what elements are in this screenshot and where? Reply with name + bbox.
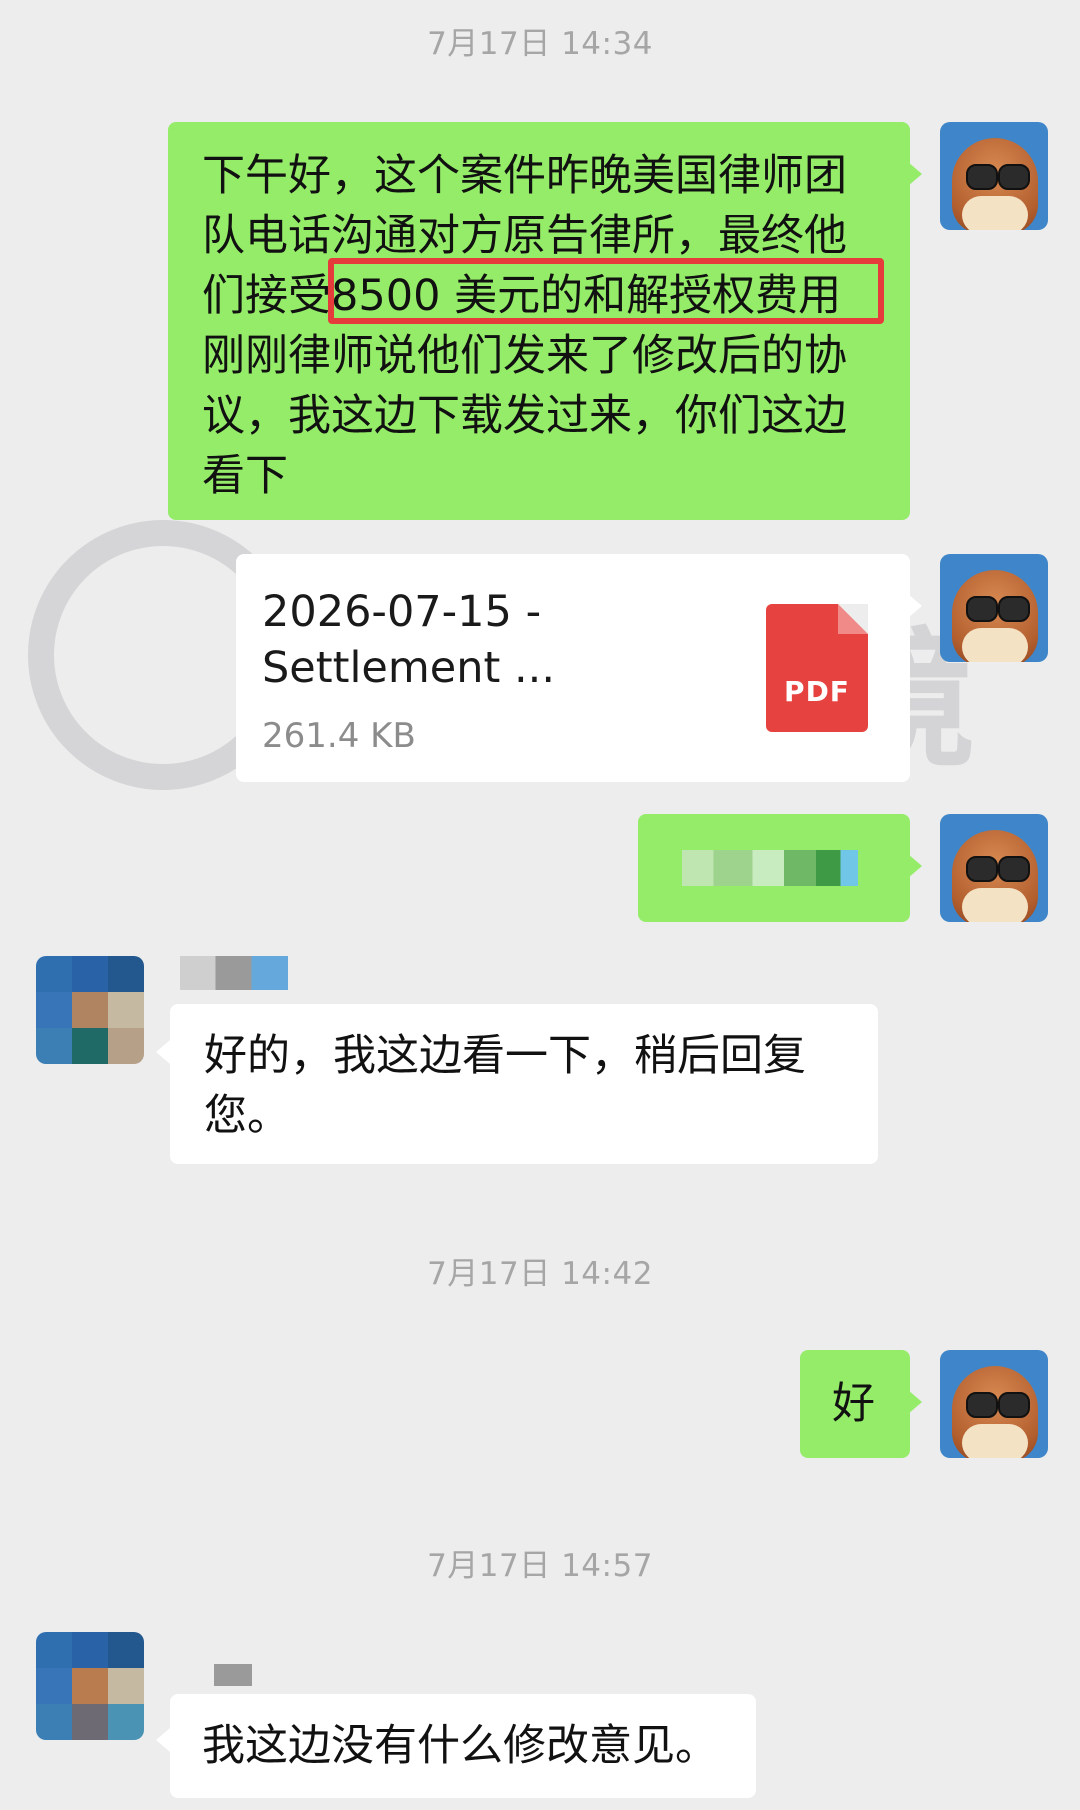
file-title-line1: 2026-07-15 - <box>262 587 542 637</box>
self-avatar[interactable] <box>940 554 1048 662</box>
self-avatar[interactable] <box>940 1350 1048 1458</box>
redacted-content <box>682 850 858 886</box>
message-line: 刚刚律师说他们发来了修改后的协 <box>202 331 847 381</box>
bubble-tail <box>908 162 922 186</box>
message-line: 下午好，这个案件昨晚美国律师团 <box>202 151 847 201</box>
pdf-file-icon: PDF <box>766 604 868 732</box>
contact-avatar[interactable] <box>36 956 144 1064</box>
bubble-tail <box>156 1728 170 1752</box>
pdf-icon-label: PDF <box>784 675 850 708</box>
message-line: 看下 <box>202 451 288 501</box>
message-bubble-sent-redacted[interactable] <box>638 814 910 922</box>
sunglasses-icon <box>966 856 998 882</box>
contact-name-redacted <box>214 1664 252 1686</box>
highlight-box <box>328 258 884 324</box>
self-avatar[interactable] <box>940 814 1048 922</box>
contact-avatar[interactable] <box>36 1632 144 1740</box>
message-bubble-received[interactable]: 好的，我这边看一下，稍后回复 您。 <box>170 1004 878 1164</box>
message-line: 议，我这边下载发过来，你们这边 <box>202 391 847 441</box>
timestamp: 7月17日 14:57 <box>427 1548 653 1584</box>
message-line: 队电话沟通对方原告律所，最终他 <box>202 211 847 261</box>
message-bubble-received[interactable]: 我这边没有什么修改意见。 <box>170 1694 756 1798</box>
contact-name-redacted <box>180 956 288 990</box>
bubble-tail <box>908 594 922 618</box>
file-title-line2: Settlement ... <box>262 643 556 693</box>
bubble-tail <box>156 1040 170 1064</box>
sunglasses-icon <box>966 164 998 190</box>
timestamp: 7月17日 14:42 <box>427 1256 653 1292</box>
message-line: 您。 <box>204 1091 290 1141</box>
message-bubble-sent[interactable]: 好 <box>800 1350 910 1458</box>
message-line: 好的，我这边看一下，稍后回复 <box>204 1031 806 1081</box>
file-message-card[interactable]: 2026-07-15 - Settlement ... 261.4 KB PDF <box>236 554 910 782</box>
message-line: 好 <box>832 1379 875 1429</box>
timestamp: 7月17日 14:34 <box>427 26 653 62</box>
message-line: 我这边没有什么修改意见。 <box>202 1721 718 1771</box>
file-size: 261.4 KB <box>262 716 416 756</box>
bubble-tail <box>908 854 922 878</box>
bubble-tail <box>908 1390 922 1414</box>
self-avatar[interactable] <box>940 122 1048 230</box>
sunglasses-icon <box>966 596 998 622</box>
sunglasses-icon <box>966 1392 998 1418</box>
